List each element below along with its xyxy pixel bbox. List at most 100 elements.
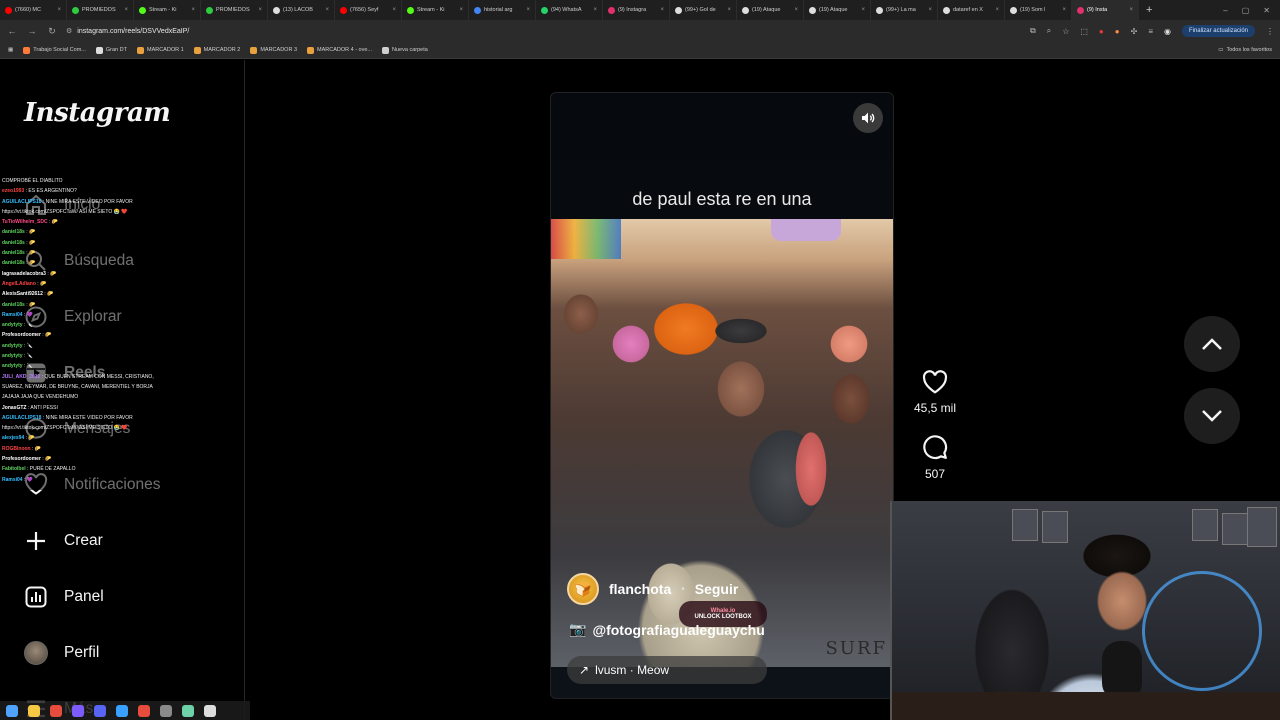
- mute-button[interactable]: [853, 103, 883, 133]
- nav-avatar[interactable]: Perfil: [24, 638, 99, 668]
- audio-pill[interactable]: ↗ lvusm · Meow: [567, 656, 767, 684]
- tab-close-icon[interactable]: ×: [593, 7, 597, 13]
- browser-tab[interactable]: (99+) La ma ×: [871, 0, 938, 20]
- tab-close-icon[interactable]: ×: [928, 7, 932, 13]
- apps-grid-icon[interactable]: ▦: [8, 47, 13, 53]
- extension-orange-icon[interactable]: ●: [1115, 27, 1120, 36]
- browser-tab[interactable]: (7656) Seyf ×: [335, 0, 402, 20]
- chat-username: andytyty: [2, 342, 23, 349]
- tab-favicon-icon: [1010, 6, 1017, 14]
- bookmark-item[interactable]: MARCADOR 2: [193, 46, 240, 54]
- tab-close-icon[interactable]: ×: [660, 7, 664, 13]
- tab-favicon-icon: [206, 6, 213, 14]
- bookmark-label: MARCADOR 1: [146, 47, 184, 53]
- bookmark-star-icon[interactable]: ☆: [1062, 27, 1069, 36]
- browser-tab[interactable]: Stream - Ki ×: [134, 0, 201, 20]
- tab-close-icon[interactable]: ×: [258, 7, 262, 13]
- bookmark-item[interactable]: MARCADOR 4 - ove...: [307, 46, 372, 54]
- browser-tab[interactable]: (19) Ataque ×: [804, 0, 871, 20]
- led-ring-light: [1142, 571, 1262, 691]
- browser-tab[interactable]: (13) LACOB ×: [268, 0, 335, 20]
- browser-tab[interactable]: Stream - Ki ×: [402, 0, 469, 20]
- app-icon[interactable]: [72, 704, 84, 717]
- app-icon[interactable]: [182, 704, 194, 717]
- tab-close-icon[interactable]: ×: [124, 7, 128, 13]
- reload-button[interactable]: ↻: [46, 26, 58, 37]
- tab-close-icon[interactable]: ×: [727, 7, 731, 13]
- bookmark-item[interactable]: MARCADOR 3: [250, 46, 297, 54]
- browser-tab-bar: (7660) MC × PROMIEDOS × Stream - Ki × PROMIEDO…: [0, 0, 1280, 20]
- kebab-menu-icon[interactable]: ⋮: [1266, 27, 1274, 36]
- menu-lines-icon[interactable]: ≡: [1148, 27, 1153, 36]
- folder-icon[interactable]: [28, 704, 40, 717]
- back-button[interactable]: ←: [6, 26, 18, 36]
- all-bookmarks[interactable]: ▭ Todos los favoritos: [1218, 47, 1272, 53]
- close-window-button[interactable]: ✕: [1263, 6, 1270, 15]
- extensions-icon[interactable]: ⬚: [1080, 27, 1088, 36]
- app-icon[interactable]: [116, 704, 128, 717]
- install-icon[interactable]: ⧉: [1030, 26, 1036, 36]
- browser-tab[interactable]: (9) Instagra ×: [603, 0, 670, 20]
- browser-tab[interactable]: historial arg ×: [469, 0, 536, 20]
- tab-close-icon[interactable]: ×: [861, 7, 865, 13]
- follow-button[interactable]: Seguir: [695, 581, 739, 597]
- nav-chart[interactable]: Panel: [24, 582, 104, 612]
- author-name[interactable]: flanchota: [609, 581, 671, 597]
- chat-username: Ramsi04: [2, 476, 23, 483]
- tab-close-icon[interactable]: ×: [1129, 7, 1133, 13]
- browser-tab[interactable]: (94) WhatsA ×: [536, 0, 603, 20]
- comment-icon[interactable]: [922, 434, 948, 460]
- tab-favicon-icon: [72, 6, 79, 14]
- chat-text: : 🌮: [47, 270, 57, 277]
- site-info-icon[interactable]: ⚙: [66, 27, 72, 35]
- profile-avatar[interactable]: ◉: [1164, 27, 1171, 36]
- tab-close-icon[interactable]: ×: [526, 7, 530, 13]
- browser-tab[interactable]: (99+) Gol de ×: [670, 0, 737, 20]
- minimize-button[interactable]: –: [1223, 6, 1227, 15]
- app-icon[interactable]: [160, 704, 172, 717]
- tab-close-icon[interactable]: ×: [325, 7, 329, 13]
- reel-card[interactable]: de paul esta re en una SURF 🍞 flanchota …: [550, 92, 894, 699]
- bookmark-item[interactable]: Trabajo Social Com...: [23, 46, 86, 54]
- windows-icon[interactable]: [6, 704, 18, 717]
- browser-tab[interactable]: PROMIEDOS ×: [67, 0, 134, 20]
- maximize-button[interactable]: ▢: [1242, 6, 1250, 15]
- new-tab-button[interactable]: +: [1139, 4, 1159, 16]
- tab-close-icon[interactable]: ×: [392, 7, 396, 13]
- next-reel-button[interactable]: [1184, 388, 1240, 444]
- heart-icon[interactable]: [922, 370, 948, 394]
- tab-close-icon[interactable]: ×: [995, 7, 999, 13]
- app-icon[interactable]: [94, 704, 106, 717]
- bookmark-item[interactable]: Gran DT: [95, 46, 127, 54]
- window-controls: – ▢ ✕: [1223, 6, 1280, 15]
- tab-close-icon[interactable]: ×: [794, 7, 798, 13]
- browser-tab[interactable]: (7660) MC ×: [0, 0, 67, 20]
- address-bar[interactable]: ⚙ instagram.com/reels/DSVVedxEaIP/: [66, 24, 506, 38]
- bookmark-item[interactable]: MARCADOR 1: [136, 46, 184, 54]
- bookmark-item[interactable]: Nueva carpeta: [382, 46, 428, 54]
- author-avatar[interactable]: 🍞: [567, 573, 599, 605]
- tab-close-icon[interactable]: ×: [459, 7, 463, 13]
- browser-tab[interactable]: (19) Som l ×: [1005, 0, 1072, 20]
- extension-red-icon[interactable]: ●: [1099, 27, 1104, 36]
- tab-close-icon[interactable]: ×: [1062, 7, 1066, 13]
- browser-tab[interactable]: dataref en X ×: [938, 0, 1005, 20]
- browser-tab[interactable]: PROMIEDOS ×: [201, 0, 268, 20]
- chat-text: : 🔪: [23, 353, 33, 360]
- tab-close-icon[interactable]: ×: [191, 7, 195, 13]
- app-icon[interactable]: [204, 704, 216, 717]
- tab-close-icon[interactable]: ×: [57, 7, 61, 13]
- tagline-text[interactable]: @fotografiagualeguaychu: [592, 622, 764, 638]
- update-button[interactable]: Finalizar actualización: [1181, 25, 1255, 37]
- browser-tab[interactable]: (9) Insta ×: [1072, 0, 1139, 20]
- instagram-logo[interactable]: Instagram: [24, 98, 171, 128]
- bookmark-icon: [382, 46, 390, 54]
- puzzle-icon[interactable]: ✣: [1131, 27, 1138, 36]
- previous-reel-button[interactable]: [1184, 316, 1240, 372]
- forward-button[interactable]: →: [26, 26, 38, 36]
- app-icon[interactable]: [138, 704, 150, 717]
- chrome-icon[interactable]: [50, 704, 62, 717]
- nav-plus[interactable]: Crear: [24, 526, 103, 556]
- zoom-icon[interactable]: ⌕: [1047, 26, 1051, 36]
- browser-tab[interactable]: (19) Ataque ×: [737, 0, 804, 20]
